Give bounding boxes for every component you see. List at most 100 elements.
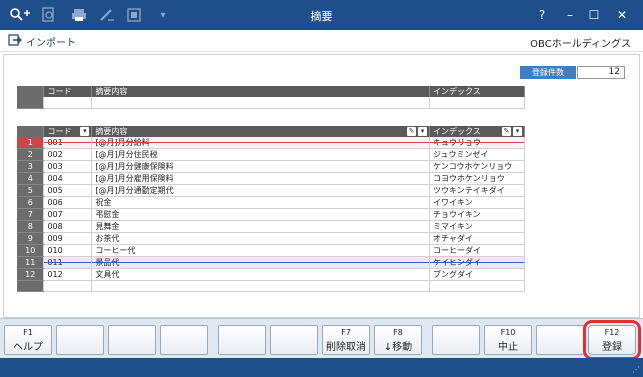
description-cell[interactable]: 景品代	[91, 256, 430, 269]
f2-button[interactable]	[56, 325, 104, 355]
code-cell[interactable]: 009	[43, 232, 93, 245]
filter-dropdown-icon[interactable]: ▾	[513, 127, 522, 136]
code-cell[interactable]: 011	[43, 256, 93, 269]
f12-register-button[interactable]: F12 登録	[583, 320, 641, 360]
f4-button[interactable]	[160, 325, 208, 355]
description-cell[interactable]: [@月]月分健康保険料	[91, 160, 430, 173]
table-row[interactable]: 1 001 [@月]月分給料 キュウリョウ	[17, 137, 525, 149]
f7-undo-delete-button[interactable]: F7 削除取消	[322, 325, 370, 355]
index-cell[interactable]: ミマイキン	[429, 220, 525, 233]
description-header[interactable]: 摘要内容 ✎ ▾	[91, 126, 430, 137]
edit-icon[interactable]: ✎	[407, 127, 416, 136]
table-row[interactable]: 4 004 [@月]月分雇用保険料 コヨウホケンリョウ	[17, 172, 525, 185]
row-number-header	[17, 126, 45, 137]
row-number: 8	[17, 220, 45, 233]
description-cell[interactable]: 見舞金	[91, 220, 430, 233]
row-number	[17, 97, 45, 109]
index-cell[interactable]: ツウキンテイキダイ	[429, 184, 525, 197]
code-cell[interactable]: 007	[43, 208, 93, 221]
index-cell[interactable]: オチャダイ	[429, 232, 525, 245]
description-cell[interactable]: コーヒー代	[91, 244, 430, 257]
index-cell[interactable]: ケイヒンダイ	[429, 256, 525, 269]
code-cell[interactable]: 006	[43, 196, 93, 209]
import-button[interactable]: インポート	[8, 33, 76, 49]
description-header: 摘要内容	[91, 86, 431, 97]
table-row[interactable]: 7 007 弔慰金 チョウイキン	[17, 208, 525, 221]
table-row[interactable]: 3 003 [@月]月分健康保険料 ケンコウホケンリョウ	[17, 160, 525, 173]
f6-button[interactable]	[270, 325, 318, 355]
index-cell[interactable]: ケンコウホケンリョウ	[429, 160, 525, 173]
code-cell[interactable]: 004	[43, 172, 93, 185]
f10-cancel-button[interactable]: F10 中止	[484, 325, 532, 355]
table-row[interactable]: 2 002 [@月]月分住民税 ジュウミンゼイ	[17, 148, 525, 161]
resize-grip-icon[interactable]: ⋰	[632, 365, 640, 374]
code-cell[interactable]: 003	[43, 160, 93, 173]
description-cell[interactable]: お茶代	[91, 232, 430, 245]
code-cell[interactable]	[43, 280, 93, 292]
code-cell[interactable]: 010	[43, 244, 93, 257]
f5-button[interactable]	[218, 325, 266, 355]
code-cell[interactable]: 002	[43, 148, 93, 161]
description-cell[interactable]: 弔慰金	[91, 208, 430, 221]
code-header: コード	[43, 86, 93, 97]
table-row[interactable]: 10 010 コーヒー代 コーヒーダイ	[17, 244, 525, 257]
code-input[interactable]	[43, 97, 93, 109]
table-row[interactable]: 9 009 お茶代 オチャダイ	[17, 232, 525, 245]
edit-icon[interactable]: ✎	[502, 127, 511, 136]
maximize-icon[interactable]: ☐	[584, 6, 604, 24]
index-cell[interactable]: ジュウミンゼイ	[429, 148, 525, 161]
row-number	[17, 280, 45, 292]
close-icon[interactable]: ✕	[612, 6, 632, 24]
description-cell[interactable]: [@月]月分住民税	[91, 148, 430, 161]
f3-button[interactable]	[108, 325, 156, 355]
index-cell[interactable]: コーヒーダイ	[429, 244, 525, 257]
description-cell[interactable]: [@月]月分雇用保険料	[91, 172, 430, 185]
minimize-icon[interactable]: –	[560, 6, 580, 24]
index-cell[interactable]	[429, 280, 525, 292]
table-row[interactable]	[17, 280, 525, 292]
index-cell[interactable]: ブングダイ	[429, 268, 525, 281]
import-label: インポート	[26, 37, 76, 49]
description-cell[interactable]: [@月]月分給料	[91, 137, 430, 149]
index-input[interactable]	[429, 97, 525, 109]
index-cell[interactable]: キュウリョウ	[429, 137, 525, 149]
code-cell[interactable]: 005	[43, 184, 93, 197]
description-cell[interactable]	[91, 280, 430, 292]
row-number: 10	[17, 244, 45, 257]
row-number: 4	[17, 172, 45, 185]
import-icon	[8, 33, 22, 50]
f8-move-down-button[interactable]: F8 ↓移動	[374, 325, 422, 355]
row-number: 9	[17, 232, 45, 245]
f9-button[interactable]	[432, 325, 480, 355]
index-header[interactable]: インデックス ✎ ▾	[429, 126, 525, 137]
filter-dropdown-icon[interactable]: ▾	[418, 127, 427, 136]
table-row[interactable]: 12 012 文具代 ブングダイ	[17, 268, 525, 281]
description-input[interactable]	[91, 97, 431, 109]
f1-help-button[interactable]: F1 ヘルプ	[4, 325, 52, 355]
entry-grid: コード 摘要内容 インデックス	[17, 86, 525, 109]
row-number: 3	[17, 160, 45, 173]
table-row[interactable]: 5 005 [@月]月分通勤定期代 ツウキンテイキダイ	[17, 184, 525, 197]
help-icon[interactable]: ?	[532, 6, 552, 24]
code-cell[interactable]: 001	[43, 137, 93, 149]
index-cell[interactable]: イワイキン	[429, 196, 525, 209]
table-row[interactable]: 8 008 見舞金 ミマイキン	[17, 220, 525, 233]
row-number: 11	[17, 256, 45, 269]
table-row[interactable]: 6 006 祝金 イワイキン	[17, 196, 525, 209]
row-number: 12	[17, 268, 45, 281]
filter-dropdown-icon[interactable]: ▾	[80, 127, 90, 136]
code-header[interactable]: コード ▾	[43, 126, 93, 137]
row-number-header	[17, 86, 45, 97]
f11-button[interactable]	[536, 325, 584, 355]
table-row[interactable]: 11 011 景品代 ケイヒンダイ	[17, 256, 525, 269]
row-number: 6	[17, 196, 45, 209]
description-cell[interactable]: [@月]月分通勤定期代	[91, 184, 430, 197]
index-cell[interactable]: チョウイキン	[429, 208, 525, 221]
row-number: 5	[17, 184, 45, 197]
index-cell[interactable]: コヨウホケンリョウ	[429, 172, 525, 185]
description-cell[interactable]: 文具代	[91, 268, 430, 281]
code-cell[interactable]: 012	[43, 268, 93, 281]
row-number: 1	[17, 137, 45, 149]
code-cell[interactable]: 008	[43, 220, 93, 233]
description-cell[interactable]: 祝金	[91, 196, 430, 209]
